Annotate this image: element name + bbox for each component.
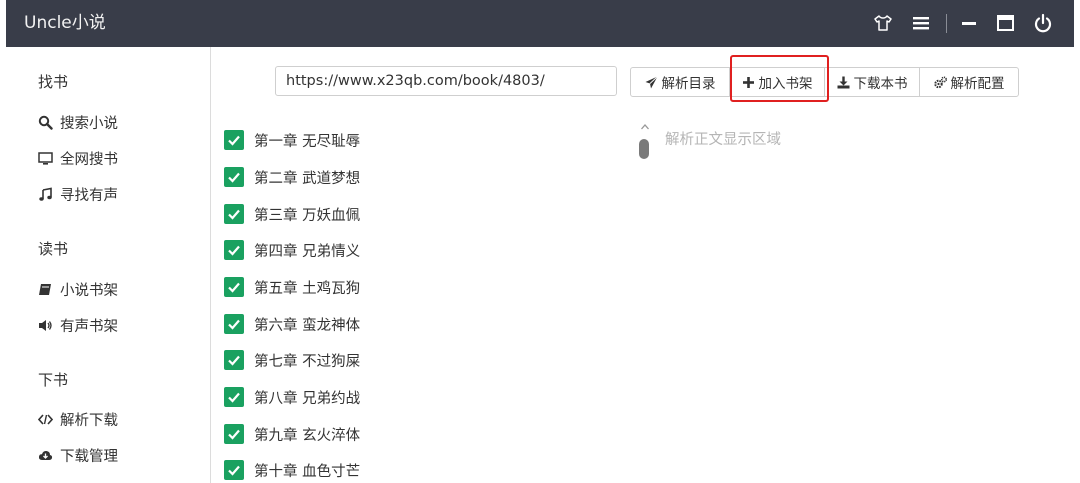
content-display-area: 解析正文显示区域	[636, 122, 1066, 462]
check-icon	[228, 209, 240, 220]
checkbox-checked[interactable]	[224, 240, 244, 260]
chapter-item[interactable]: 第八章 兄弟约战	[224, 385, 360, 409]
menu-icon[interactable]	[910, 12, 932, 34]
music-icon	[38, 187, 53, 202]
scroll-up-arrow-icon[interactable]	[640, 122, 650, 132]
power-icon[interactable]	[1032, 12, 1054, 34]
check-icon	[228, 172, 240, 183]
content-placeholder: 解析正文显示区域	[665, 132, 781, 148]
chapter-item[interactable]: 第三章 万妖血佩	[224, 202, 360, 226]
highlight-annotation	[730, 55, 829, 102]
checkbox-checked[interactable]	[224, 387, 244, 407]
check-icon	[228, 245, 240, 256]
minimize-icon[interactable]	[958, 12, 980, 34]
check-icon	[228, 135, 240, 146]
button-label: 解析配置	[950, 76, 1005, 92]
search-icon	[38, 115, 53, 130]
sidebar-item-search-novel[interactable]: 搜索小说	[38, 110, 118, 134]
scrollbar-thumb[interactable]	[639, 139, 649, 159]
sidebar-item-label: 寻找有声	[60, 187, 118, 204]
sidebar-item-label: 解析下载	[60, 412, 118, 429]
check-icon	[228, 355, 240, 366]
sidebar-item-find-audio[interactable]: 寻找有声	[38, 182, 118, 206]
checkbox-checked[interactable]	[224, 277, 244, 297]
sidebar-item-novel-shelf[interactable]: 小说书架	[38, 277, 118, 301]
chapter-item[interactable]: 第一章 无尽耻辱	[224, 128, 360, 152]
check-icon	[228, 429, 240, 440]
title-bar: Uncle小说	[6, 0, 1074, 47]
sidebar-item-label: 下载管理	[60, 448, 118, 465]
sidebar-group-download: 下书	[38, 371, 69, 389]
chapter-label: 第二章 武道梦想	[254, 170, 361, 187]
url-input[interactable]	[275, 66, 617, 96]
chapter-label: 第十章 血色寸芒	[254, 463, 361, 480]
tshirt-icon[interactable]	[872, 12, 894, 34]
sidebar-item-download-manager[interactable]: 下载管理	[38, 443, 118, 467]
chapter-label: 第一章 无尽耻辱	[254, 133, 361, 150]
chapter-label: 第四章 兄弟情义	[254, 243, 361, 260]
parse-catalog-button[interactable]: 解析目录	[630, 67, 730, 97]
send-icon	[645, 75, 658, 89]
cloud-download-icon	[38, 448, 53, 463]
chapter-label: 第六章 蛮龙神体	[254, 317, 361, 334]
checkbox-checked[interactable]	[224, 167, 244, 187]
chapter-label: 第三章 万妖血佩	[254, 207, 361, 224]
sidebar-item-web-search[interactable]: 全网搜书	[38, 146, 118, 170]
checkbox-checked[interactable]	[224, 424, 244, 444]
checkbox-checked[interactable]	[224, 314, 244, 334]
chapter-item[interactable]: 第七章 不过狗屎	[224, 348, 360, 372]
app-window: Uncle小说 找书 搜索小说 全网搜书 寻找有声 读书 小说书架 有声书架 下…	[6, 0, 1074, 483]
gears-icon	[933, 76, 947, 89]
chapter-label: 第五章 土鸡瓦狗	[254, 280, 361, 297]
chapter-label: 第七章 不过狗屎	[254, 353, 361, 370]
app-title: Uncle小说	[24, 13, 106, 33]
sidebar-item-label: 有声书架	[60, 318, 118, 335]
chapter-item[interactable]: 第二章 武道梦想	[224, 165, 360, 189]
sidebar-item-audio-shelf[interactable]: 有声书架	[38, 313, 118, 337]
checkbox-checked[interactable]	[224, 350, 244, 370]
chapter-item[interactable]: 第十章 血色寸芒	[224, 458, 360, 482]
chapter-item[interactable]: 第四章 兄弟情义	[224, 238, 360, 262]
parse-config-button[interactable]: 解析配置	[919, 67, 1019, 97]
sidebar-item-label: 全网搜书	[60, 151, 118, 168]
chapter-label: 第八章 兄弟约战	[254, 390, 361, 407]
check-icon	[228, 465, 240, 476]
monitor-icon	[38, 151, 53, 166]
chapter-item[interactable]: 第九章 玄火淬体	[224, 422, 360, 446]
sidebar-group-read: 读书	[38, 240, 69, 258]
book-icon	[38, 282, 53, 297]
download-book-button[interactable]: 下载本书	[824, 67, 920, 97]
sidebar: 找书 搜索小说 全网搜书 寻找有声 读书 小说书架 有声书架 下书 解析下载 下…	[6, 47, 211, 483]
titlebar-separator	[946, 14, 947, 33]
sidebar-item-parse-download[interactable]: 解析下载	[38, 407, 118, 431]
sidebar-item-label: 小说书架	[60, 282, 118, 299]
maximize-icon[interactable]	[994, 12, 1016, 34]
code-icon	[38, 412, 53, 427]
sidebar-item-label: 搜索小说	[60, 115, 118, 132]
chapter-item[interactable]: 第五章 土鸡瓦狗	[224, 275, 360, 299]
button-label: 解析目录	[661, 76, 716, 92]
check-icon	[228, 319, 240, 330]
check-icon	[228, 282, 240, 293]
sidebar-group-find: 找书	[38, 73, 69, 91]
download-icon	[837, 76, 850, 89]
checkbox-checked[interactable]	[224, 204, 244, 224]
checkbox-checked[interactable]	[224, 460, 244, 480]
button-label: 下载本书	[853, 76, 908, 92]
chapter-label: 第九章 玄火淬体	[254, 427, 361, 444]
chapter-item[interactable]: 第六章 蛮龙神体	[224, 312, 360, 336]
check-icon	[228, 392, 240, 403]
volume-icon	[38, 318, 53, 333]
checkbox-checked[interactable]	[224, 130, 244, 150]
